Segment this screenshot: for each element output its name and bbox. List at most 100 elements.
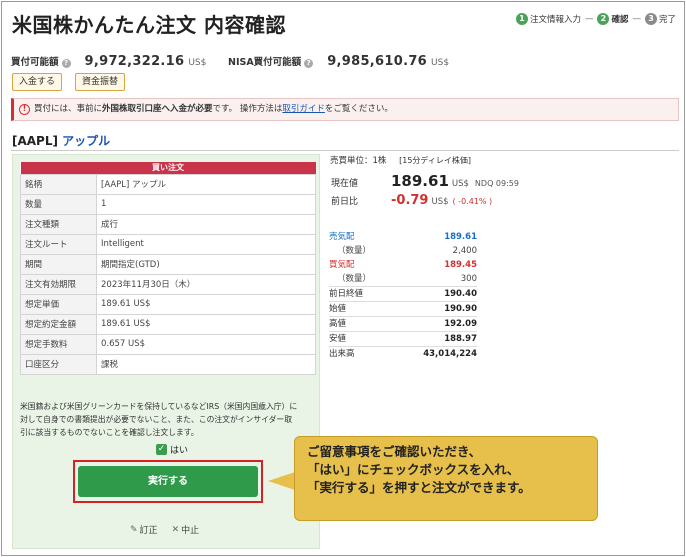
step-input: 1 注文情報入力 xyxy=(515,13,581,25)
prev-close-label: 前日終値 xyxy=(329,286,394,302)
step-2-badge: 2 xyxy=(597,13,610,25)
order-value: 2023年11月30日（木） xyxy=(96,273,316,295)
order-key: 口座区分 xyxy=(20,353,97,375)
table-row: 注文有効期限 2023年11月30日（木） xyxy=(20,273,316,295)
callout-line: 「実行する」を押すと注文ができます。 xyxy=(307,480,531,495)
order-value: Intelligent xyxy=(96,233,316,255)
trading-guide-link[interactable]: 取引ガイド xyxy=(282,104,325,114)
high-label: 高値 xyxy=(329,316,394,332)
order-value: 189.61 US$ xyxy=(96,313,316,335)
volume-value: 43,014,224 xyxy=(393,346,477,361)
step-indicator: 1 注文情報入力 — 2 確認 — 3 完了 xyxy=(515,13,676,25)
currency-unit: US$ xyxy=(431,58,450,68)
order-key: 期間 xyxy=(20,253,97,275)
table-row: 想定単価 189.61 US$ xyxy=(20,293,316,315)
change-value: -0.79 xyxy=(391,193,429,208)
fund-transfer-button[interactable]: 資金振替 xyxy=(75,73,126,91)
instruction-callout: ご留意事項をご確認いただき、 「はい」にチェックボックスを入れ、 「実行する」を… xyxy=(294,436,598,521)
table-row: 出来高 43,014,224 xyxy=(329,346,477,361)
bid-qty-label: （数量） xyxy=(337,274,372,284)
ask-label: 売気配 xyxy=(329,232,355,242)
low-value: 188.97 xyxy=(393,331,477,347)
low-label: 安値 xyxy=(329,331,394,347)
current-price-value: 189.61 xyxy=(391,172,449,190)
order-key: 銘柄 xyxy=(20,173,97,195)
table-row: 期間 期間指定(GTD) xyxy=(20,253,316,275)
buying-power-label: 買付可能額 xyxy=(11,57,59,68)
step-separator: — xyxy=(584,14,594,24)
buying-power-value: 9,972,322.16 xyxy=(84,54,185,69)
table-row: 安値 188.97 xyxy=(329,331,477,347)
open-value: 190.90 xyxy=(393,301,477,317)
edit-label: 訂正 xyxy=(139,526,158,536)
ask-qty-label: （数量） xyxy=(337,246,372,256)
deposit-button[interactable]: 入金する xyxy=(12,73,63,91)
callout-pointer xyxy=(268,472,295,490)
order-value: 189.61 US$ xyxy=(96,293,316,315)
compliance-note-line: 引に該当するものでないことを確認し注文します。 xyxy=(20,428,199,437)
order-key: 注文有効期限 xyxy=(20,273,97,295)
table-row: 注文種類 成行 xyxy=(20,213,316,235)
nisa-buying-power-label: NISA買付可能額 xyxy=(228,57,302,68)
order-key: 注文種類 xyxy=(20,213,97,235)
order-key: 注文ルート xyxy=(20,233,97,255)
order-value: [AAPL] アップル xyxy=(96,173,316,195)
confirm-checkbox-row[interactable]: ✓ はい xyxy=(156,443,188,456)
callout-line: ご留意事項をご確認いただき、 xyxy=(307,444,482,459)
step-2-label: 確認 xyxy=(611,15,629,25)
compliance-note-line: 米国籍および米国グリーンカードを保持しているなどIRS（米国内国歳入庁）に xyxy=(20,402,298,411)
bid-value: 189.45 xyxy=(444,260,477,270)
edit-link[interactable]: ✎ 訂正 xyxy=(130,523,158,537)
callout-line: 「はい」にチェックボックスを入れ、 xyxy=(307,462,520,477)
stock-code: [AAPL] xyxy=(12,134,58,148)
order-value: 0.657 US$ xyxy=(96,333,316,355)
nisa-buying-power: NISA買付可能額 ? 9,985,610.76 US$ xyxy=(228,54,449,69)
nisa-buying-power-value: 9,985,610.76 xyxy=(327,54,428,69)
step-complete: 3 完了 xyxy=(644,13,676,25)
table-row: 高値 192.09 xyxy=(329,316,477,332)
page-title: 米国株かんたん注文 内容確認 xyxy=(12,13,286,37)
notice-text-bold: 外国株取引口座へ入金が必要 xyxy=(102,104,213,114)
order-value: 期間指定(GTD) xyxy=(96,253,316,275)
prev-close-value: 190.40 xyxy=(393,286,477,302)
close-icon: ✕ xyxy=(171,524,180,535)
step-3-label: 完了 xyxy=(658,15,676,25)
ask-qty: 2,400 xyxy=(452,246,477,256)
help-icon[interactable]: ? xyxy=(304,59,314,68)
order-value: 課税 xyxy=(96,353,316,375)
table-row: 数量 1 xyxy=(20,193,316,215)
stock-name-link[interactable]: アップル xyxy=(62,134,110,148)
notice-text-after: をご覧ください。 xyxy=(324,104,393,114)
step-1-badge: 1 xyxy=(515,13,528,25)
order-key: 数量 xyxy=(20,193,97,215)
currency-unit: US$ xyxy=(188,58,207,68)
current-price-label: 現在値 xyxy=(331,179,359,189)
checkbox-checked-icon[interactable]: ✓ xyxy=(156,444,167,455)
notice-text-before: 買付には、事前に xyxy=(34,104,103,114)
quote-table: 売気配 189.61 （数量） 2,400 買気配 189.45 （数量） 300 前日… xyxy=(329,230,477,361)
help-icon[interactable]: ? xyxy=(61,59,71,68)
execute-button[interactable]: 実行する xyxy=(78,466,258,497)
compliance-note: 米国籍および米国グリーンカードを保持しているなどIRS（米国内国歳入庁）に 対し… xyxy=(20,400,318,439)
change-unit: US$ xyxy=(431,197,449,207)
step-1-label: 注文情報入力 xyxy=(529,15,581,25)
notice-text-middle: です。 操作方法は xyxy=(212,104,283,114)
order-table-header: 買い注文 xyxy=(20,162,316,174)
page-frame: 米国株かんたん注文 内容確認 1 注文情報入力 — 2 確認 — 3 完了 買付… xyxy=(1,1,685,556)
table-row: 買気配 189.45 xyxy=(329,258,477,272)
bid-label: 買気配 xyxy=(329,260,355,270)
cancel-label: 中止 xyxy=(181,526,200,536)
change-row: 前日比 -0.79 US$ ( -0.41% ) xyxy=(331,193,492,208)
table-row: 想定約定金額 189.61 US$ xyxy=(20,313,316,335)
confirm-checkbox-label[interactable]: はい xyxy=(170,443,188,456)
ask-value: 189.61 xyxy=(444,232,477,242)
order-actions: ✎ 訂正 ✕ 中止 xyxy=(130,523,213,537)
divider xyxy=(11,150,679,151)
table-row: （数量） 2,400 xyxy=(329,244,477,258)
table-row: （数量） 300 xyxy=(329,272,477,287)
table-row: 銘柄 [AAPL] アップル xyxy=(20,173,316,195)
cancel-link[interactable]: ✕ 中止 xyxy=(171,523,200,537)
step-confirm: 2 確認 xyxy=(597,13,628,25)
current-price-row: 現在値 189.61 US$ NDQ 09:59 xyxy=(331,172,519,190)
order-key: 想定手数料 xyxy=(20,333,97,355)
